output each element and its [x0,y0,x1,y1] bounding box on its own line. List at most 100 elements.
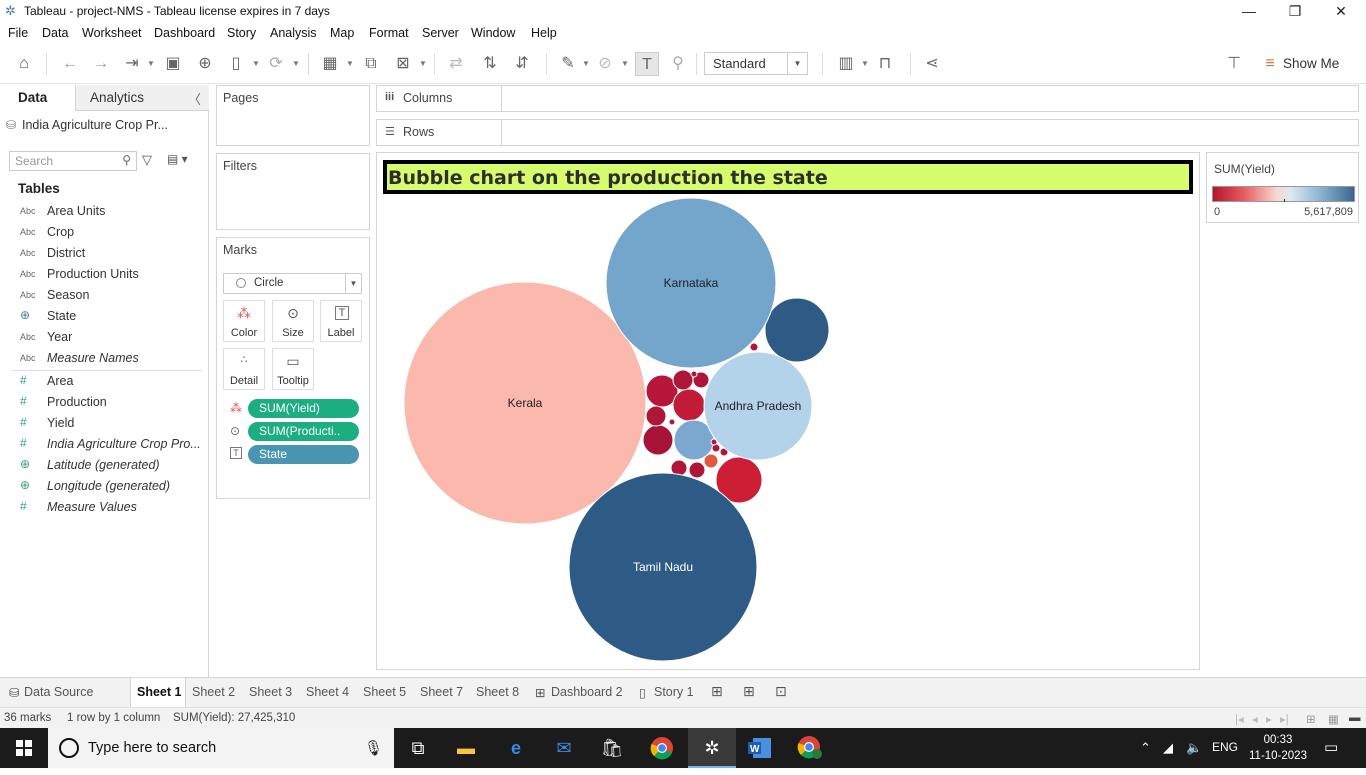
show-sheet-sorter-icon[interactable]: ▦ [1328,712,1339,726]
detail-button[interactable]: ∴ Detail [223,348,265,390]
field-latitude[interactable]: ⊕ Latitude (generated) [0,455,208,476]
share-icon[interactable]: ⋖ [920,52,944,76]
field-measure-names[interactable]: Abc Measure Names [0,348,208,369]
tab-analytics[interactable]: Analytics 〈 [76,85,209,111]
menu-format[interactable]: Format [369,26,409,40]
menu-dashboard[interactable]: Dashboard [154,26,215,40]
pause-updates-icon[interactable]: ▯ [224,52,248,76]
field-production[interactable]: # Production [0,392,208,413]
clear-sheet-icon[interactable]: ⊠ [391,52,415,76]
field-season[interactable]: Abc Season [0,285,208,306]
duplicate-sheet-icon[interactable]: ⧉ [359,52,383,76]
language-indicator[interactable]: ENG [1212,740,1238,754]
field-longitude[interactable]: ⊕ Longitude (generated) [0,476,208,497]
show-filmstrip-icon[interactable]: ⊞ [1306,712,1316,726]
field-area-units[interactable]: Abc Area Units [0,201,208,222]
field-crop[interactable]: Abc Crop [0,222,208,243]
fit-select[interactable]: Standard ▼ [704,52,808,75]
edge-icon[interactable]: e [492,728,540,768]
clear-dropdown-icon[interactable]: ▼ [419,52,429,76]
undo-icon[interactable]: ← [58,52,82,76]
home-icon[interactable]: ⌂ [12,52,36,76]
new-datasource-icon[interactable]: ⊕ [193,52,217,76]
menu-window[interactable]: Window [471,26,515,40]
new-dashboard-icon[interactable]: ⊞ [743,683,755,700]
tab-story-1[interactable]: Story 1 [654,685,694,699]
menu-worksheet[interactable]: Worksheet [82,26,142,40]
field-state[interactable]: ⊕ State [0,306,208,327]
microphone-icon[interactable]: 🎙 [364,739,383,757]
store-icon[interactable]: 🛍 [588,728,636,768]
bubble-mark-16[interactable] [690,370,698,378]
bubble-mark-4[interactable] [672,388,706,422]
filters-card[interactable]: Filters [216,153,370,230]
clock[interactable]: 00:33 11-10-2023 [1248,732,1308,764]
show-hidden-icons-icon[interactable]: ⌃ [1140,740,1151,756]
label-button[interactable]: T Label [320,300,362,342]
tab-sheet-7[interactable]: Sheet 7 [420,685,463,699]
tab-sheet-4[interactable]: Sheet 4 [306,685,349,699]
tableau-taskbar-icon[interactable]: ✲ [688,728,736,768]
sort-ascending-icon[interactable]: ⇅ [478,52,502,76]
tab-sheet-2[interactable]: Sheet 2 [192,685,235,699]
close-button[interactable]: ✕ [1318,0,1364,23]
menu-file[interactable]: File [8,26,28,40]
collapse-pane-icon[interactable]: 〈 [188,89,201,108]
new-story-icon[interactable]: ⊡ [775,683,787,700]
new-worksheet-icon[interactable]: ▦ [318,52,342,76]
notifications-icon[interactable]: ▭ [1324,738,1338,756]
bubble-chart[interactable]: Kerala Tamil Nadu Karnataka Andhra Pradesh [376,152,1200,670]
sort-descending-icon[interactable]: ⇵ [510,52,534,76]
pill-sum-production[interactable]: SUM(Producti.. [248,422,359,441]
menu-analysis[interactable]: Analysis [270,26,317,40]
mail-icon[interactable]: ✉ [540,728,588,768]
datasource-name[interactable]: India Agriculture Crop Pr... [22,118,168,132]
group-members-icon[interactable]: ⊘ [593,52,617,76]
cards-icon[interactable]: ▥ [834,52,858,76]
bubble-mark-18[interactable] [668,418,676,426]
file-explorer-icon[interactable]: ▬ [442,728,490,768]
volume-icon[interactable]: 🔈 [1186,740,1202,756]
field-production-units[interactable]: Abc Production Units [0,264,208,285]
field-measure-values[interactable]: # Measure Values [0,497,208,518]
chrome-icon[interactable] [638,728,686,768]
new-worksheet-dropdown-icon[interactable]: ▼ [346,52,356,76]
last-sheet-icon[interactable]: ▸| [1280,712,1289,726]
cards-dropdown-icon[interactable]: ▼ [861,52,871,76]
replay-dropdown-icon[interactable]: ▼ [147,52,157,76]
network-icon[interactable]: ◢ [1163,740,1173,756]
tab-sheet-5[interactable]: Sheet 5 [363,685,406,699]
tooltip-button[interactable]: ▭ Tooltip [272,348,314,390]
group-dropdown-icon[interactable]: ▼ [621,52,631,76]
bubble-mark-7[interactable] [672,369,694,391]
save-icon[interactable]: ▣ [161,52,185,76]
bubble-mark-15[interactable] [749,342,759,352]
color-button[interactable]: ⁂ Color [223,300,265,342]
start-button[interactable] [0,728,48,768]
minimize-button[interactable]: — [1226,0,1272,23]
fix-axes-icon[interactable]: ⚲ [666,52,690,76]
word-icon[interactable]: W [736,728,784,768]
task-view-icon[interactable]: ⧉ [394,728,442,768]
refresh-dropdown-icon[interactable]: ▼ [292,52,302,76]
field-yield[interactable]: # Yield [0,413,208,434]
tab-sheet-8[interactable]: Sheet 8 [476,685,519,699]
tab-data-source[interactable]: Data Source [24,685,93,699]
refresh-icon[interactable]: ⟳ [264,52,288,76]
field-area[interactable]: # Area [0,371,208,392]
menu-help[interactable]: Help [531,26,557,40]
prev-sheet-icon[interactable]: ◂ [1252,712,1258,726]
bubble-mark-12[interactable] [703,453,719,469]
pill-sum-yield[interactable]: SUM(Yield) [248,399,359,418]
bubble-mark-8[interactable] [645,405,667,427]
show-me-button[interactable]: Show Me [1283,56,1339,71]
new-worksheet-icon[interactable]: ⊞ [711,683,723,700]
highlight-dropdown-icon[interactable]: ▼ [582,52,592,76]
bubble-mark-1[interactable] [764,297,830,363]
replay-icon[interactable]: ⇥ [120,52,144,76]
show-tabs-icon[interactable]: ▬ [1349,712,1361,724]
menu-data[interactable]: Data [42,26,68,40]
field-record-count[interactable]: # India Agriculture Crop Pro... [0,434,208,455]
taskbar-search-input[interactable]: Type here to search 🎙 [48,728,394,768]
bubble-mark-5[interactable] [642,424,674,456]
